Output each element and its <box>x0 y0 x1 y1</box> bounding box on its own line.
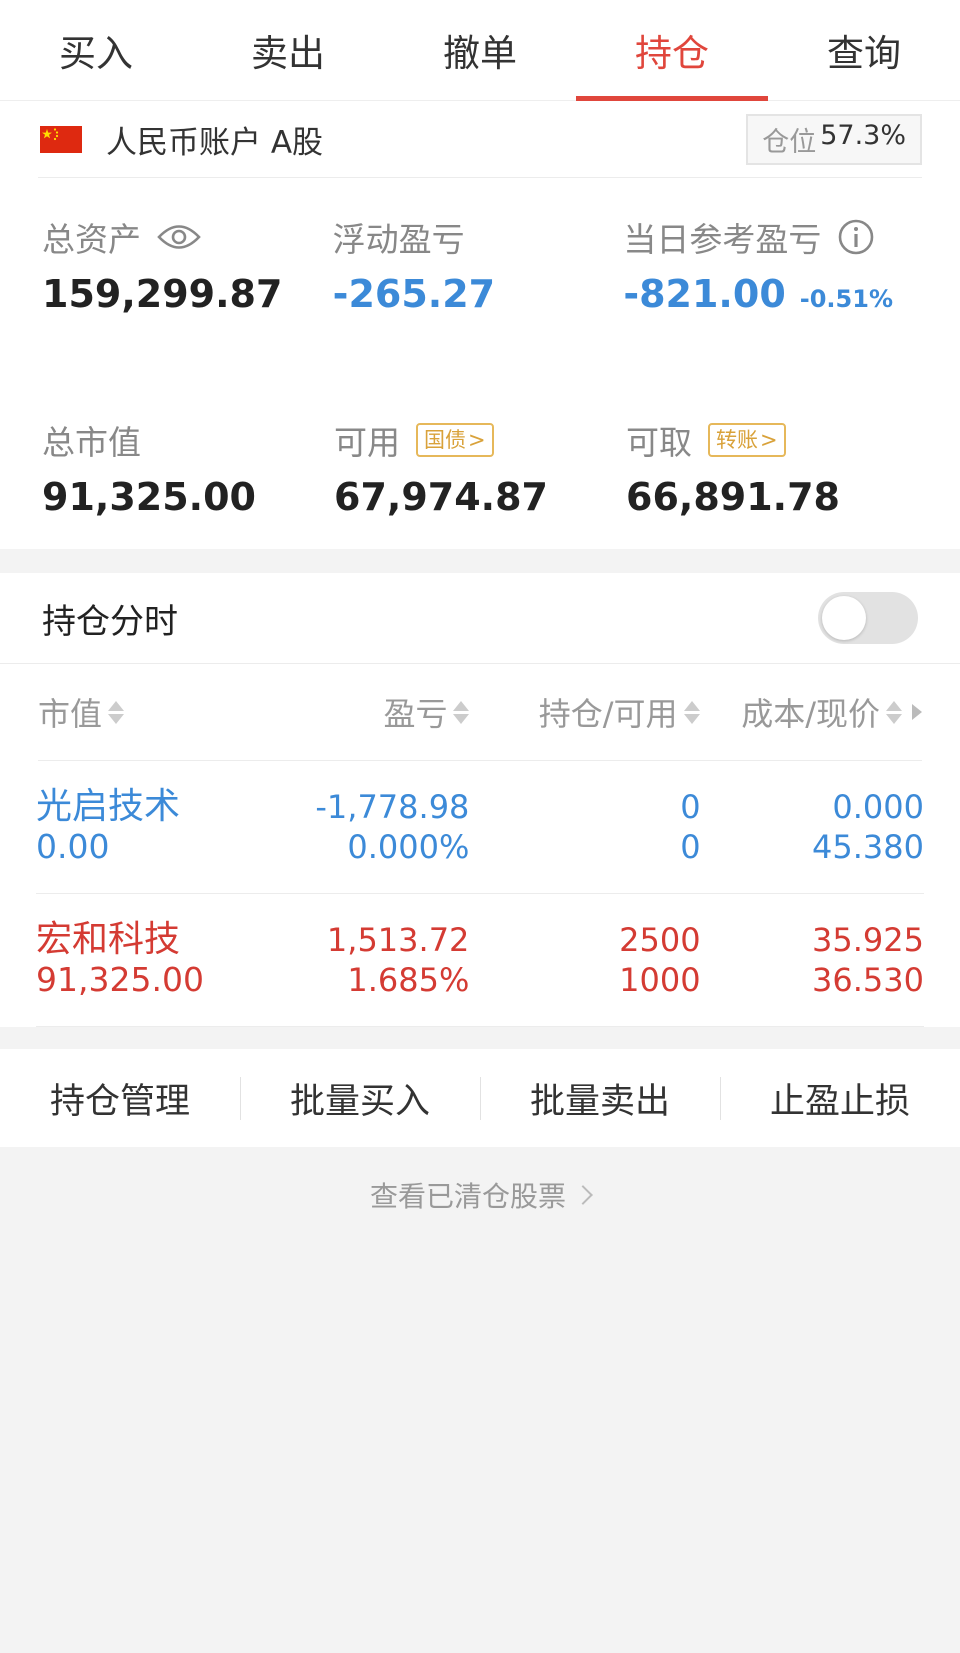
holding-timeshare-toggle[interactable] <box>818 592 918 644</box>
position-label: 仓位 <box>762 126 817 158</box>
sort-icon <box>683 700 700 724</box>
withdrawable-value: 66,891.78 <box>626 475 840 519</box>
view-cleared-stocks-link[interactable]: 查看已清仓股票 <box>0 1175 960 1215</box>
withdrawable-label: 可取 <box>626 423 692 462</box>
stock-price: 45.380 <box>812 828 924 866</box>
market-value-label: 总市值 <box>42 423 141 462</box>
stock-available: 0 <box>680 828 701 866</box>
header-hold-available[interactable]: 持仓/可用 <box>469 689 700 735</box>
tab-sell[interactable]: 卖出 <box>192 0 384 100</box>
stat-market-value: 总市值 91,325.00 <box>42 411 334 519</box>
stock-name: 宏和科技 <box>36 919 181 960</box>
header-cost-price[interactable]: 成本/现价 <box>700 689 922 735</box>
stat-daily-pnl: 当日参考盈亏 -821.00 -0.51% <box>623 208 922 316</box>
position-management-button[interactable]: 持仓管理 <box>0 1073 240 1124</box>
chevron-right-icon: > <box>468 428 486 452</box>
stat-floating-pnl: 浮动盈亏 -265.27 <box>333 208 624 316</box>
position-ratio-badge: 仓位 57.3% <box>746 113 922 165</box>
floating-pnl-value: -265.27 <box>332 272 496 316</box>
daily-pnl-percent: -0.51% <box>799 285 893 313</box>
stock-name: 光启技术 <box>36 786 181 827</box>
stock-available: 1000 <box>619 961 701 999</box>
chevron-right-icon: > <box>760 428 778 452</box>
market-value-value: 91,325.00 <box>42 475 256 519</box>
available-value: 67,974.87 <box>334 475 548 519</box>
tab-bar: 买入 卖出 撤单 持仓 查询 <box>0 0 960 101</box>
header-pnl[interactable]: 盈亏 <box>230 689 470 735</box>
sort-icon <box>886 700 902 724</box>
available-label: 可用 <box>334 423 400 462</box>
stock-pnl: -1,778.98 <box>315 788 470 826</box>
position-value: 57.3% <box>820 119 906 151</box>
treasury-bond-chip[interactable]: 国债 > <box>416 423 494 457</box>
stat-available: 可用 国债 > 67,974.87 <box>334 411 626 519</box>
total-assets-value: 159,299.87 <box>42 272 283 316</box>
batch-sell-button[interactable]: 批量卖出 <box>480 1073 720 1124</box>
batch-buy-button[interactable]: 批量买入 <box>240 1073 480 1124</box>
stock-cost: 0.000 <box>832 788 924 826</box>
account-name: 人民币账户 A股 <box>106 124 324 161</box>
stop-profit-loss-button[interactable]: 止盈止损 <box>720 1073 960 1124</box>
info-icon[interactable] <box>837 218 875 256</box>
daily-pnl-value: -821.00 <box>623 272 786 316</box>
holding-timeshare-row: 持仓分时 <box>0 573 960 664</box>
daily-pnl-label: 当日参考盈亏 <box>623 220 822 259</box>
stat-withdrawable: 可取 转账 > 66,891.78 <box>626 411 918 519</box>
china-flag-icon <box>40 125 82 153</box>
total-assets-label: 总资产 <box>42 220 141 259</box>
stock-market-value: 0.00 <box>36 827 110 866</box>
stock-pnl-percent: 1.685% <box>347 961 470 999</box>
stock-cost: 35.925 <box>812 921 924 959</box>
stock-hold: 0 <box>680 788 701 826</box>
chevron-right-icon <box>573 1185 593 1205</box>
floating-pnl-label: 浮动盈亏 <box>332 220 465 259</box>
asset-summary: 总资产 159,299.87 浮动盈亏 -265.27 当日参考盈亏 -821.… <box>0 178 960 549</box>
scroll-right-icon[interactable] <box>912 704 922 720</box>
table-row[interactable]: 光启技术 0.00 -1,778.98 0.000% 0 0 0.000 45.… <box>36 761 924 894</box>
transfer-chip[interactable]: 转账 > <box>708 423 786 457</box>
stock-pnl-percent: 0.000% <box>347 828 470 866</box>
stock-pnl: 1,513.72 <box>326 921 470 959</box>
stock-market-value: 91,325.00 <box>36 960 204 999</box>
stock-hold: 2500 <box>619 921 701 959</box>
tab-holdings[interactable]: 持仓 <box>576 0 768 101</box>
eye-icon[interactable] <box>157 222 201 252</box>
table-header: 市值 盈亏 持仓/可用 成本/现价 <box>38 664 922 761</box>
tab-query[interactable]: 查询 <box>768 0 960 100</box>
sort-icon <box>108 700 125 724</box>
stock-price: 36.530 <box>812 961 924 999</box>
account-row[interactable]: 人民币账户 A股 仓位 57.3% <box>38 101 922 178</box>
table-row[interactable]: 宏和科技 91,325.00 1,513.72 1.685% 2500 1000… <box>36 894 924 1027</box>
tab-buy[interactable]: 买入 <box>0 0 192 100</box>
tab-cancel[interactable]: 撤单 <box>384 0 576 100</box>
stat-total-assets: 总资产 159,299.87 <box>42 208 333 316</box>
sort-icon <box>453 700 470 724</box>
action-bar: 持仓管理 批量买入 批量卖出 止盈止损 <box>0 1049 960 1147</box>
holding-timeshare-label: 持仓分时 <box>42 601 178 642</box>
cleared-link-label: 查看已清仓股票 <box>369 1180 566 1213</box>
header-market-value[interactable]: 市值 <box>38 689 230 735</box>
